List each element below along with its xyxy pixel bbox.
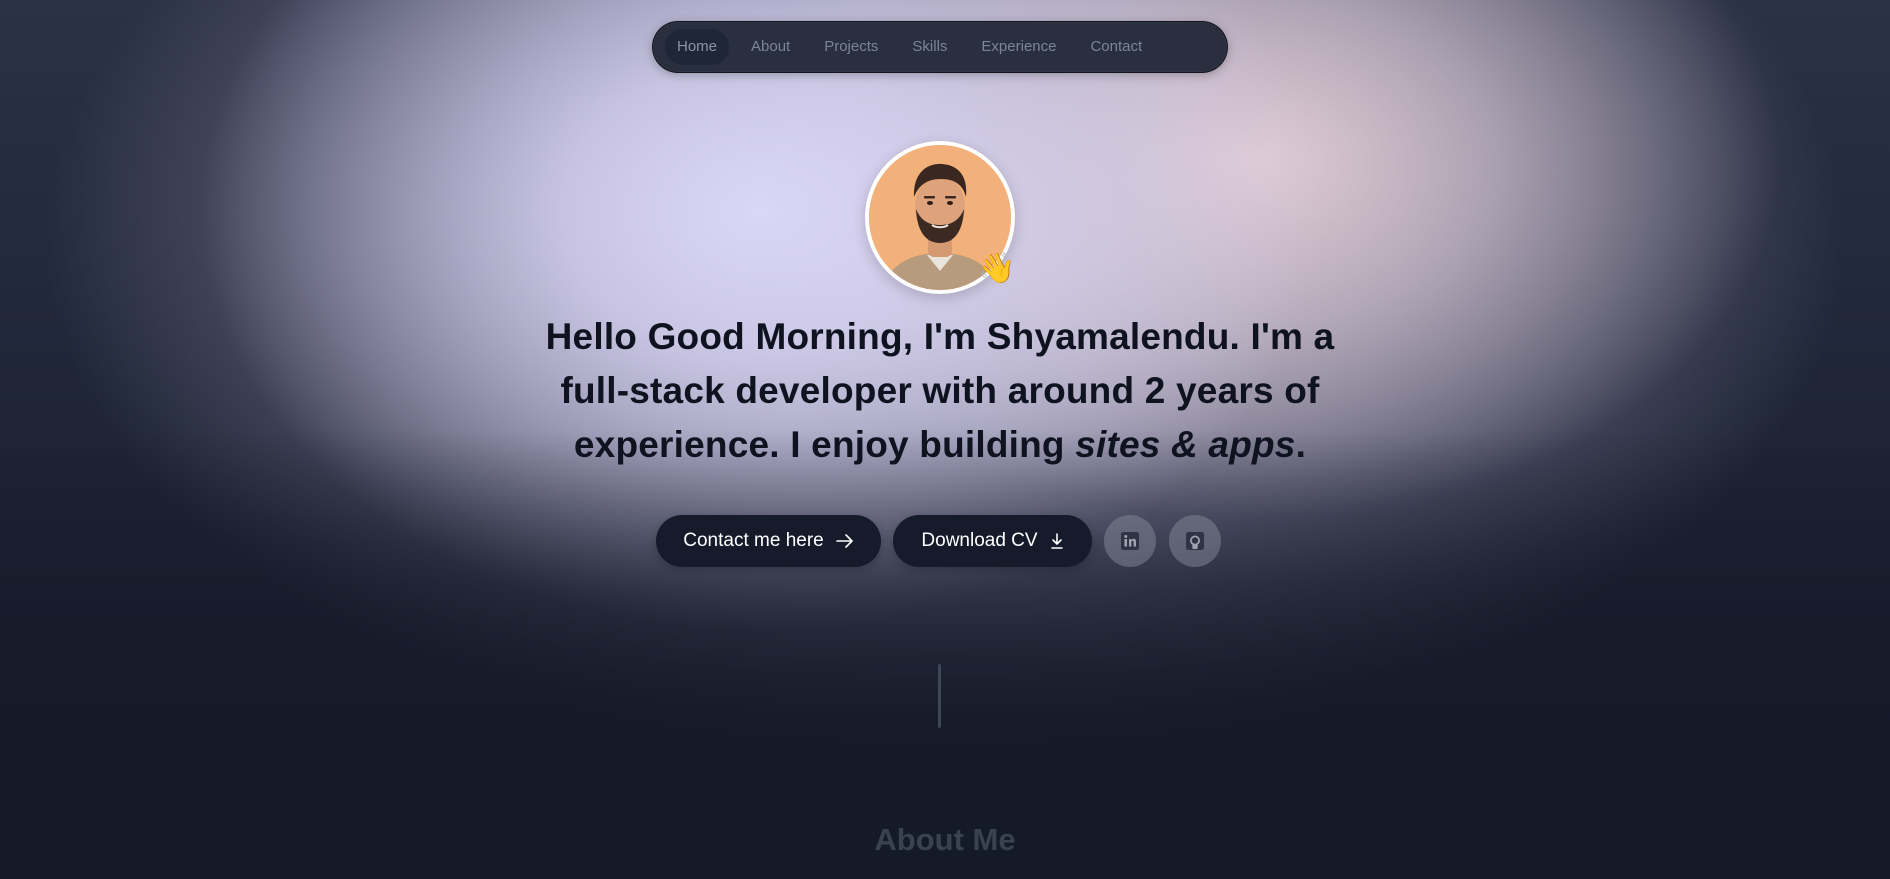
download-cv-button[interactable]: Download CV: [893, 515, 1092, 567]
linkedin-icon: [1121, 532, 1139, 550]
arrow-right-icon: [835, 534, 853, 548]
contact-button[interactable]: Contact me here: [656, 515, 881, 567]
nav-item-skills[interactable]: Skills: [900, 29, 959, 65]
scroll-indicator: [938, 664, 941, 728]
github-icon: [1186, 532, 1204, 550]
linkedin-button[interactable]: [1104, 515, 1156, 567]
headline-text-4: .: [1295, 424, 1307, 465]
download-icon: [1050, 533, 1063, 549]
nav-item-home[interactable]: Home: [665, 29, 730, 65]
nav-item-projects[interactable]: Projects: [812, 29, 890, 65]
nav-item-contact[interactable]: Contact: [1078, 29, 1154, 65]
about-section-title: About Me: [874, 822, 1016, 857]
waving-hand-icon: 👋: [978, 252, 1016, 285]
nav-item-about[interactable]: About: [739, 29, 802, 65]
years-text: around 2 years: [1007, 370, 1274, 411]
nav-item-experience[interactable]: Experience: [969, 29, 1068, 65]
hero-headline: Hello Good Morning, I'm Shyamalendu. I'm…: [540, 310, 1340, 472]
avatar-container: 👋: [865, 141, 1015, 294]
download-cv-label: Download CV: [921, 530, 1038, 551]
greeting-text: Hello Good Morning, I'm Shyamalendu.: [545, 316, 1241, 357]
headline-text-2: with: [911, 370, 1008, 411]
contact-button-label: Contact me here: [683, 530, 824, 551]
top-navigation: Home About Projects Skills Experience Co…: [652, 21, 1228, 73]
background-fade: [0, 430, 1890, 879]
github-button[interactable]: [1169, 515, 1221, 567]
headline-text-1: I'm a: [1240, 316, 1335, 357]
emphasis-text: sites & apps: [1075, 424, 1296, 465]
role-text: full-stack developer: [560, 370, 912, 411]
